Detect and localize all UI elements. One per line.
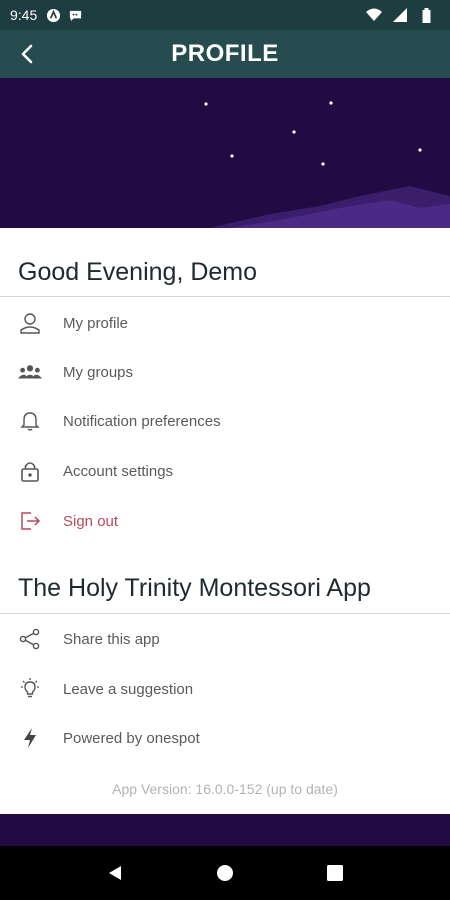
system-nav-bar (0, 846, 450, 900)
app-bar: PROFILE (0, 30, 450, 78)
battery-icon (418, 7, 434, 23)
menu-item-my-profile[interactable]: My profile (0, 300, 450, 346)
divider (0, 296, 450, 297)
nav-home-icon[interactable] (210, 858, 240, 888)
menu-label: Leave a suggestion (63, 680, 194, 698)
app-notification-icon (45, 7, 61, 23)
menu-label: Powered by onespot (63, 729, 200, 747)
menu-label: My profile (63, 314, 129, 332)
lightbulb-icon (18, 677, 42, 701)
menu-label: My groups (63, 363, 134, 381)
menu-label: Account settings (63, 462, 174, 480)
lightning-icon (18, 726, 42, 750)
menu-item-sign-out[interactable]: Sign out (0, 498, 450, 544)
menu-item-account-settings[interactable]: Account settings (0, 448, 450, 494)
page-title: PROFILE (171, 40, 279, 67)
back-arrow-icon[interactable] (14, 40, 42, 68)
nav-recents-icon[interactable] (320, 858, 350, 888)
status-bar: 9:45 (0, 0, 450, 30)
group-icon (18, 360, 42, 384)
cellular-signal-icon (392, 7, 408, 23)
sign-out-icon (18, 509, 42, 533)
status-time: 9:45 (10, 7, 38, 23)
menu-item-my-groups[interactable]: My groups (0, 349, 450, 395)
app-section-heading: The Holy Trinity Montessori App (18, 574, 371, 602)
divider (0, 613, 450, 614)
menu-item-leave-suggestion[interactable]: Leave a suggestion (0, 666, 450, 712)
menu-item-share-app[interactable]: Share this app (0, 616, 450, 662)
app-version: App Version: 16.0.0-152 (up to date) (112, 781, 338, 797)
share-icon (18, 627, 42, 651)
wifi-icon (366, 7, 382, 23)
bell-icon (18, 409, 42, 433)
night-sky-illustration (204, 100, 450, 228)
menu-item-notification-preferences[interactable]: Notification preferences (0, 398, 450, 444)
person-icon (18, 311, 42, 335)
menu-label: Sign out (63, 512, 119, 530)
night-sky-banner (0, 78, 450, 228)
moon-icon (360, 100, 409, 152)
profile-content: Good Evening, Demo My profile My groups … (0, 228, 450, 814)
lock-icon (18, 459, 42, 483)
greeting-heading: Good Evening, Demo (18, 258, 258, 286)
footer-band (0, 814, 450, 846)
nav-back-icon[interactable] (100, 858, 130, 888)
menu-item-powered-by[interactable]: Powered by onespot (0, 715, 450, 761)
chat-notification-icon (67, 7, 83, 23)
menu-label: Share this app (63, 630, 160, 648)
menu-label: Notification preferences (63, 412, 221, 430)
